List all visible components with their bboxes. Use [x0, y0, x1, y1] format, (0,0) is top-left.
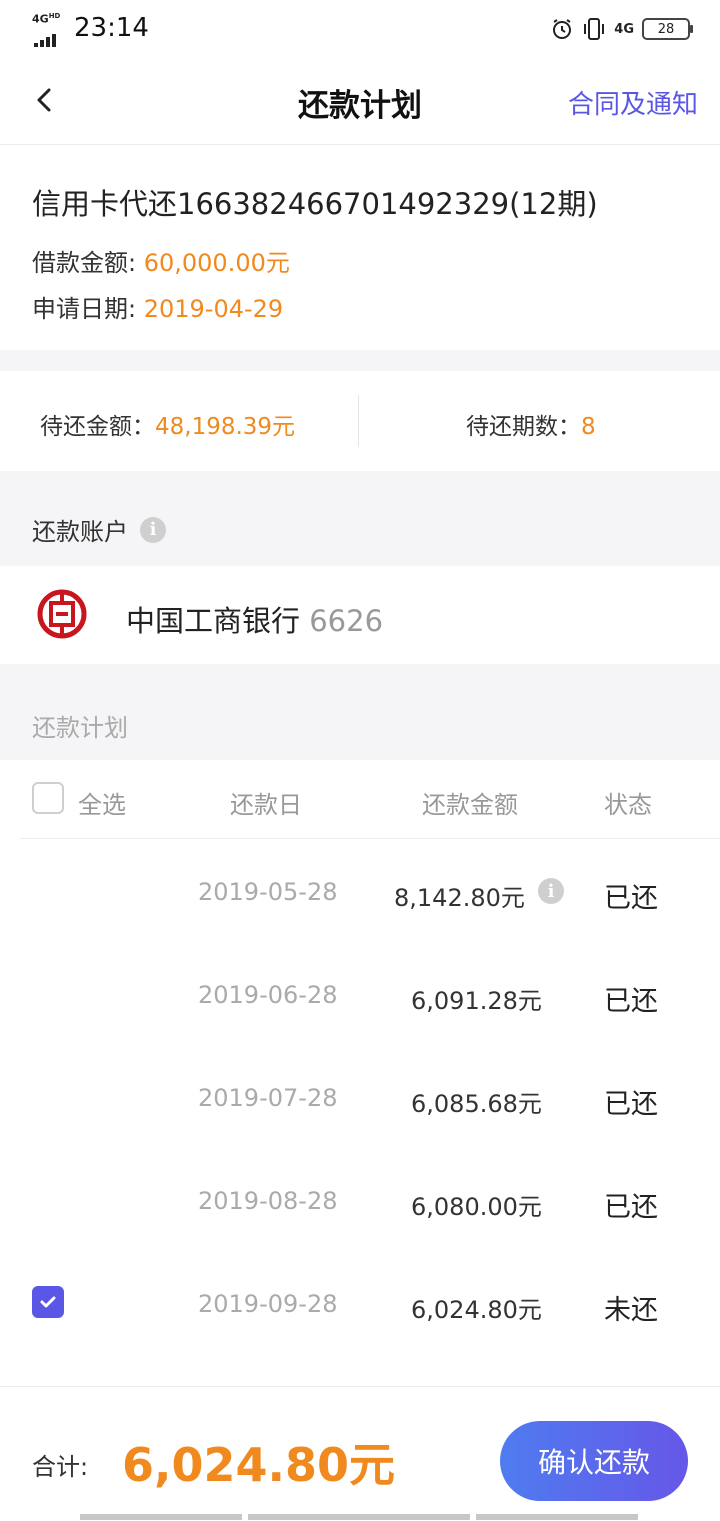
column-date: 还款日	[230, 791, 302, 819]
table-row[interactable]: 2019-06-28 6,091.28元 已还	[0, 943, 720, 1046]
row-amount: 6,024.80元	[411, 1296, 542, 1324]
row-status: 已还	[604, 1192, 658, 1223]
apply-date-label: 申请日期:	[32, 295, 144, 323]
row-amount: 6,080.00元	[411, 1193, 542, 1221]
loan-amount-label: 借款金额:	[32, 249, 144, 277]
divider	[358, 395, 359, 447]
contract-notice-link[interactable]: 合同及通知	[568, 84, 698, 121]
battery-level: 28	[657, 21, 675, 37]
info-icon[interactable]: i	[140, 516, 166, 543]
row-date: 2019-06-28	[198, 981, 338, 1009]
row-date: 2019-05-28	[198, 878, 338, 906]
row-status: 已还	[604, 986, 658, 1017]
table-row[interactable]: 2019-09-28 6,024.80元 未还	[0, 1252, 720, 1355]
row-amount: 8,142.80元	[394, 884, 525, 912]
select-all-checkbox[interactable]	[32, 782, 64, 814]
row-date: 2019-09-28	[198, 1290, 338, 1318]
account-section-header: 还款账户 i	[32, 512, 166, 547]
row-status: 未还	[604, 1295, 658, 1326]
gesture-bar	[80, 1514, 242, 1520]
status-time: 23:14	[74, 13, 149, 43]
bank-name-text: 中国工商银行	[126, 604, 301, 638]
row-checkbox-checked[interactable]	[32, 1286, 64, 1318]
account-section-label: 还款账户	[32, 518, 128, 546]
confirm-repay-button[interactable]: 确认还款	[500, 1421, 688, 1501]
pending-periods-value: 8	[581, 414, 596, 440]
column-amount: 还款金额	[422, 791, 518, 819]
loan-amount-value: 60,000.00元	[143, 249, 290, 277]
pending-amount-value: 48,198.39元	[155, 414, 296, 440]
pending-summary: 待还金额：48,198.39元 待还期数：8	[0, 371, 720, 471]
amount-info-icon[interactable]: i	[538, 878, 564, 904]
total-value: 6,024.80元	[122, 1438, 395, 1492]
row-date: 2019-07-28	[198, 1084, 338, 1112]
data-network-label: 4G	[614, 21, 634, 37]
pending-amount: 待还金额：48,198.39元	[40, 407, 295, 441]
loan-title: 信用卡代还166382466701492329(12期)	[32, 187, 598, 221]
select-all-label[interactable]: 全选	[78, 785, 126, 820]
table-row[interactable]: 2019-05-28 8,142.80元 i 已还	[0, 840, 720, 943]
row-date: 2019-08-28	[198, 1187, 338, 1215]
table-row[interactable]: 2019-07-28 6,085.68元 已还	[0, 1046, 720, 1149]
apply-date-row: 申请日期: 2019-04-29	[32, 289, 283, 324]
gesture-bar	[248, 1514, 470, 1520]
signal-icon: 4GHD	[32, 12, 68, 47]
status-bar: 4GHD 23:14 4G 28	[0, 0, 720, 58]
icbc-logo-icon	[37, 589, 87, 639]
alarm-icon	[553, 19, 572, 39]
table-header: 全选 还款日 还款金额 状态	[20, 760, 720, 839]
bank-account-row[interactable]: 中国工商银行 6626	[0, 566, 720, 664]
table-row[interactable]: 2019-08-28 6,080.00元 已还	[0, 1149, 720, 1252]
loan-amount-row: 借款金额: 60,000.00元	[32, 243, 290, 278]
checkmark-icon	[40, 1296, 56, 1308]
row-status: 已还	[604, 883, 658, 914]
gesture-bar	[476, 1514, 638, 1520]
total-label: 合计:	[32, 1453, 89, 1481]
row-amount: 6,091.28元	[411, 987, 542, 1015]
pending-periods: 待还期数：8	[466, 407, 596, 441]
pending-periods-label: 待还期数：	[466, 414, 581, 440]
bank-name: 中国工商银行 6626	[126, 598, 383, 640]
bank-card-tail: 6626	[300, 604, 384, 638]
apply-date-value: 2019-04-29	[143, 295, 284, 323]
repayment-table: 全选 还款日 还款金额 状态 2019-05-28 8,142.80元 i 已还…	[0, 760, 720, 1386]
column-status: 状态	[604, 791, 652, 819]
plan-section-label: 还款计划	[32, 714, 128, 742]
bottom-bar: 合计: 6,024.80元 确认还款	[0, 1386, 720, 1521]
pending-amount-label: 待还金额：	[40, 414, 155, 440]
row-status: 已还	[604, 1089, 658, 1120]
vibrate-icon	[584, 18, 605, 40]
battery-icon: 28	[642, 18, 693, 40]
row-amount: 6,085.68元	[411, 1090, 542, 1118]
loan-info-card: 信用卡代还166382466701492329(12期) 借款金额: 60,00…	[0, 145, 720, 350]
nav-bar: 还款计划 合同及通知	[0, 58, 720, 145]
